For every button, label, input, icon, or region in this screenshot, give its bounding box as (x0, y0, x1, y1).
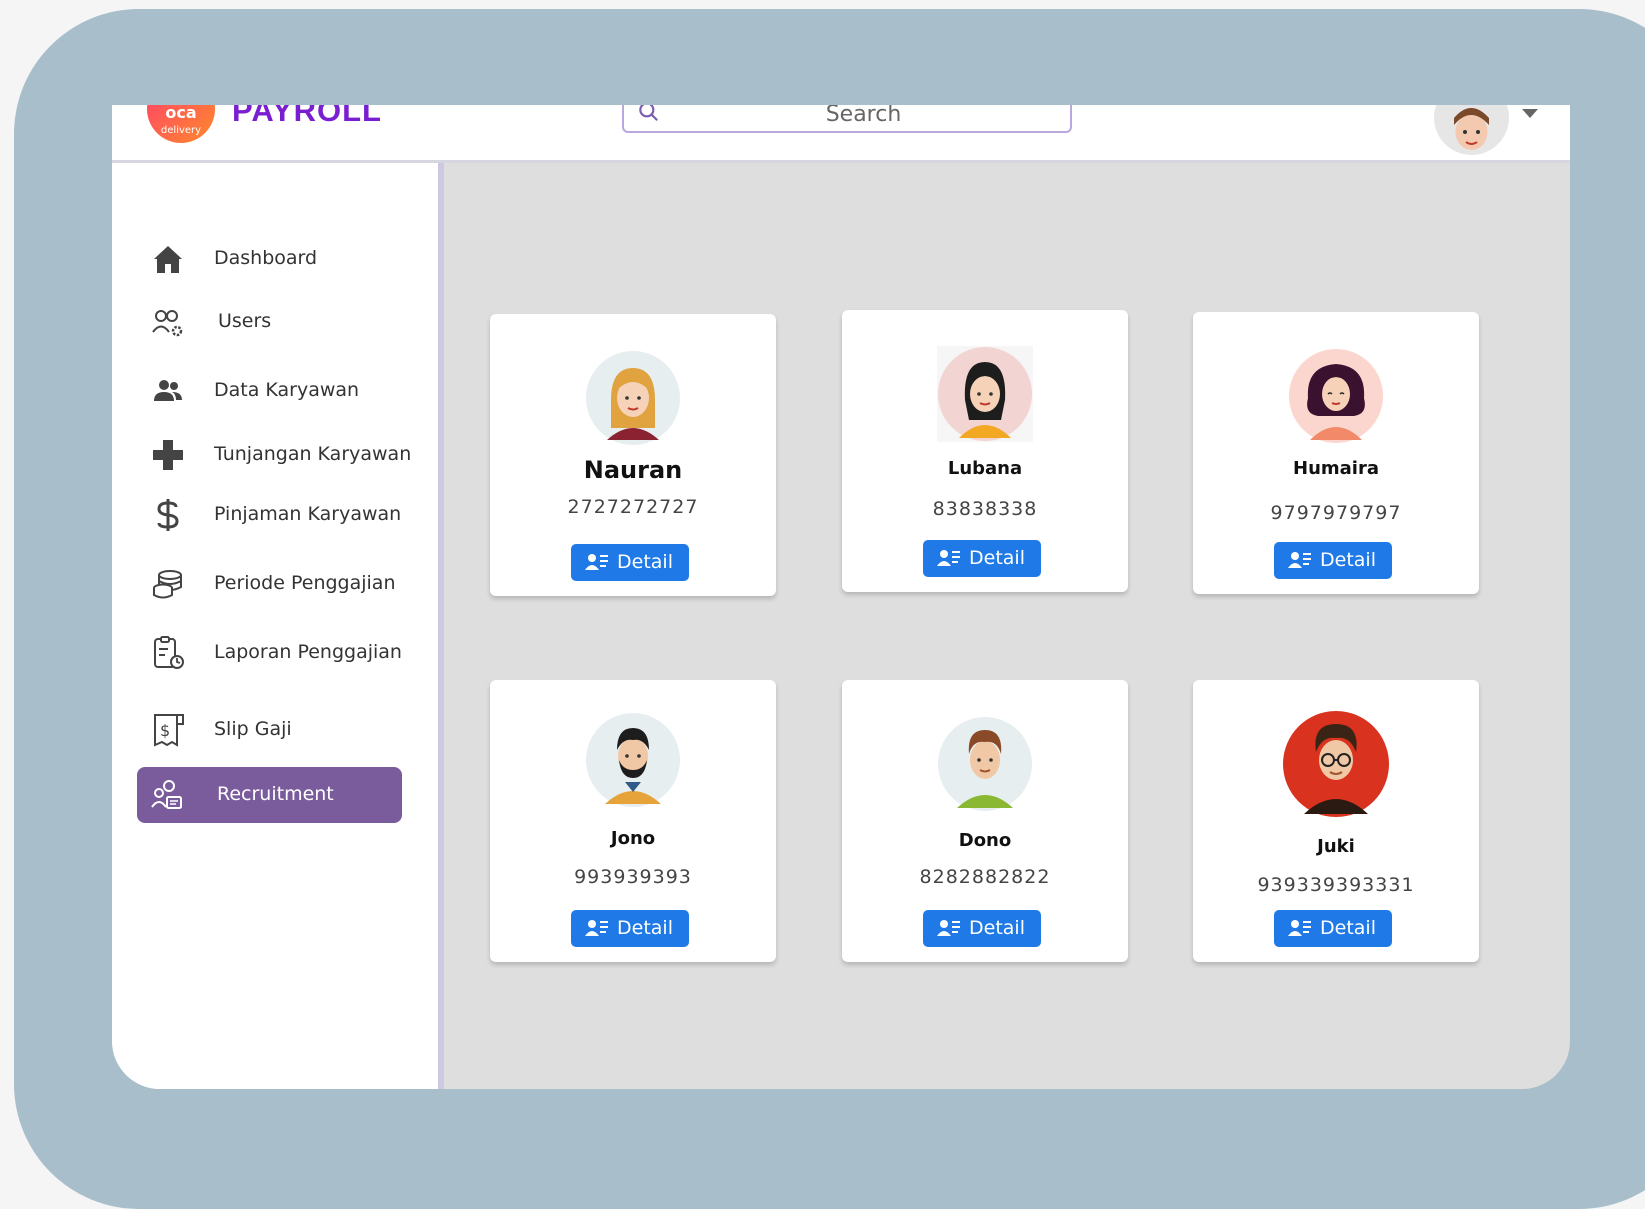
sidebar-item-dashboard[interactable]: Dashboard (112, 233, 444, 283)
candidate-name: Lubana (947, 458, 1023, 479)
sidebar: Dashboard Users Data Karyawan Tunjangan … (112, 163, 444, 1089)
detail-button-label: Detail (969, 547, 1025, 569)
candidate-name: Nauran (583, 456, 683, 484)
sidebar-item-label: Laporan Penggajian (214, 641, 402, 663)
candidate-number: 993939393 (574, 866, 692, 888)
detail-button[interactable]: Detail (923, 910, 1041, 947)
user-avatar-face-icon (1454, 108, 1489, 150)
sidebar-item-label: Users (218, 310, 272, 332)
coins-stack-icon (153, 570, 182, 599)
user-list-icon (585, 920, 608, 936)
user-list-icon (937, 550, 960, 566)
chevron-down-icon[interactable] (1520, 107, 1540, 121)
svg-text:$: $ (160, 721, 170, 740)
sidebar-item-periode-penggajian[interactable]: Periode Penggajian (112, 558, 444, 608)
sidebar-item-label: Tunjangan Karyawan (214, 443, 412, 465)
sidebar-item-tunjangan-karyawan[interactable]: Tunjangan Karyawan (112, 429, 444, 479)
candidate-card: Jono 993939393 Detail (490, 680, 776, 962)
top-bar: oca delivery PAYROLL (112, 105, 1570, 163)
detail-button-label: Detail (1320, 549, 1376, 571)
logo-text: oca (165, 105, 197, 122)
sidebar-item-laporan-penggajian[interactable]: Laporan Penggajian (112, 627, 444, 677)
avatar-woman-curly-hair-icon (1289, 349, 1383, 443)
detail-button-label: Detail (617, 917, 673, 939)
sidebar-item-label: Slip Gaji (214, 718, 292, 740)
detail-button-label: Detail (1320, 917, 1376, 939)
candidate-name: Humaira (1293, 458, 1379, 479)
detail-button[interactable]: Detail (923, 540, 1041, 577)
search-input[interactable] (664, 105, 1063, 129)
detail-button[interactable]: Detail (1274, 910, 1392, 947)
candidate-number: 2727272727 (567, 496, 699, 518)
candidate-number: 939339393331 (1257, 874, 1415, 896)
brand-title: PAYROLL (232, 105, 382, 128)
users-settings-icon (152, 310, 183, 337)
candidate-number: 83838338 (932, 498, 1038, 520)
detail-button[interactable]: Detail (1274, 542, 1392, 579)
user-avatar[interactable] (1434, 105, 1509, 155)
search-icon (639, 105, 658, 121)
user-list-icon (937, 920, 960, 936)
sidebar-item-label: Data Karyawan (214, 379, 360, 401)
plus-icon (153, 440, 183, 470)
report-clock-icon (154, 636, 184, 669)
candidate-card: Nauran 2727272727 Detail (490, 314, 776, 596)
avatar-woman-blonde-icon (586, 351, 680, 445)
candidate-card: Lubana 83838338 Detail (842, 310, 1128, 592)
candidate-card: Dono 8282882822 Detail (842, 680, 1128, 962)
candidate-card: Juki 939339393331 Detail (1193, 680, 1479, 962)
app-window: oca delivery PAYROLL Search Dashboard Us… (112, 105, 1570, 1089)
candidate-number: 9797979797 (1270, 502, 1402, 524)
logo-subtext: delivery (160, 125, 202, 136)
search-box (622, 105, 1072, 133)
sidebar-item-label: Pinjaman Karyawan (214, 503, 402, 525)
sidebar-item-label: Dashboard (214, 247, 318, 269)
detail-button-label: Detail (617, 551, 673, 573)
home-icon (154, 246, 182, 273)
candidate-number: 8282882822 (919, 866, 1051, 888)
avatar-man-glasses-icon (1283, 711, 1389, 817)
oca-logo: oca delivery (147, 105, 215, 143)
detail-button-label: Detail (969, 917, 1025, 939)
sidebar-item-pinjaman-karyawan[interactable]: Pinjaman Karyawan (112, 489, 444, 539)
sidebar-item-slip-gaji[interactable]: $ Slip Gaji (112, 704, 444, 754)
detail-button[interactable]: Detail (571, 910, 689, 947)
candidate-card: Humaira 9797979797 Detail (1193, 312, 1479, 594)
candidate-name: Juki (1317, 836, 1355, 857)
dollar-icon (157, 499, 179, 531)
sidebar-item-label: Recruitment (217, 783, 334, 805)
sidebar-item-users[interactable]: Users (112, 296, 444, 346)
candidate-name: Dono (958, 830, 1012, 851)
user-list-icon (1288, 552, 1311, 568)
avatar-woman-dark-hair-icon (937, 346, 1033, 442)
detail-button[interactable]: Detail (571, 544, 689, 581)
people-icon (154, 380, 182, 401)
candidate-name: Jono (610, 828, 656, 849)
sidebar-item-label: Periode Penggajian (214, 572, 396, 594)
avatar-man-beard-icon (586, 713, 680, 807)
receipt-icon: $ (154, 714, 184, 747)
avatar-man-short-hair-icon (938, 717, 1032, 811)
sidebar-item-data-karyawan[interactable]: Data Karyawan (112, 365, 444, 415)
user-list-icon (585, 554, 608, 570)
recruitment-icon (151, 780, 182, 809)
sidebar-item-recruitment[interactable]: Recruitment (137, 767, 402, 823)
user-list-icon (1288, 920, 1311, 936)
